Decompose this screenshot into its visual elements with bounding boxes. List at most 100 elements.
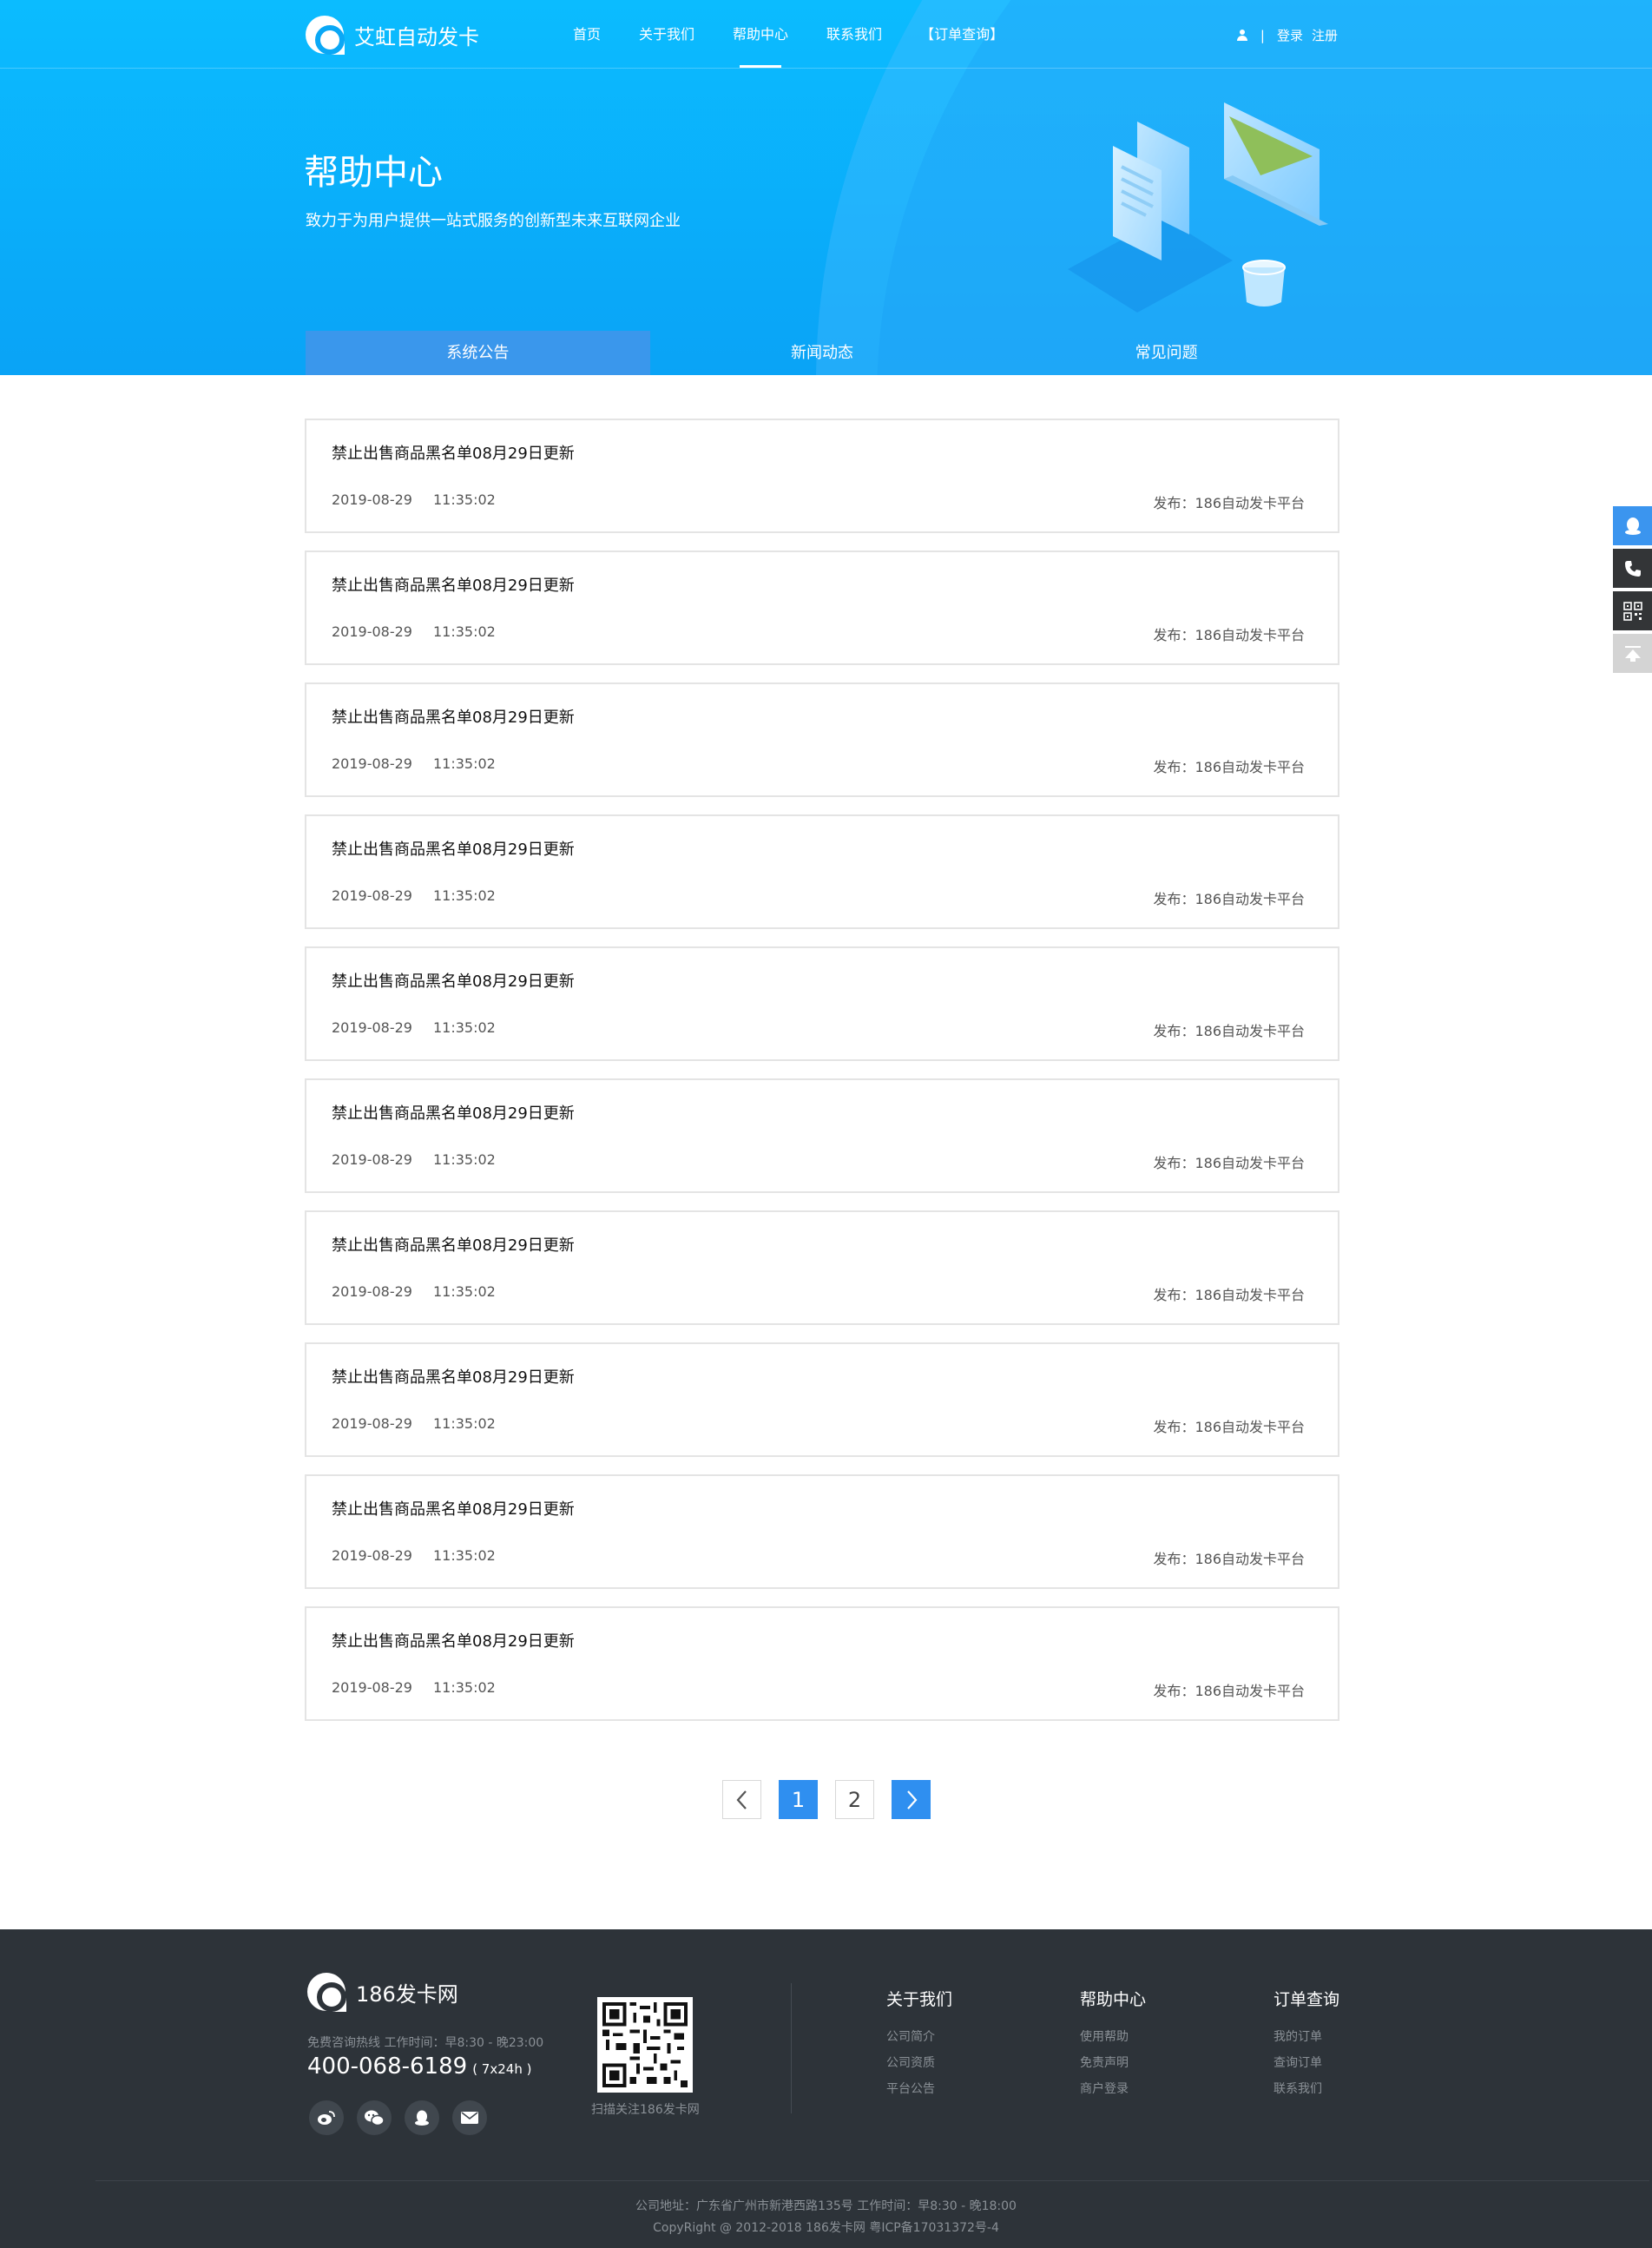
category-tabs: 系统公告 新闻动态 常见问题 — [306, 331, 1339, 375]
footer-brand-name: 186发卡网 — [356, 1981, 458, 2007]
article-publisher: 发布：186自动发卡平台 — [1153, 1287, 1305, 1303]
article-time: 11:35:02 — [432, 1019, 496, 1036]
footer-link[interactable]: 免责声明 — [1080, 2054, 1146, 2080]
footer-link[interactable]: 商户登录 — [1080, 2080, 1146, 2106]
nav-item-contact[interactable]: 联系我们 — [826, 0, 882, 68]
page-subtitle: 致力于为用户提供一站式服务的创新型未来互联网企业 — [306, 212, 681, 230]
footer-link[interactable]: 公司简介 — [886, 2027, 952, 2054]
qq-button[interactable] — [405, 2100, 439, 2135]
page-1-button[interactable]: 1 — [779, 1780, 818, 1819]
article-publisher: 发布：186自动发卡平台 — [1153, 1683, 1305, 1699]
prev-page-button[interactable] — [722, 1780, 761, 1819]
article-card[interactable]: 禁止出售商品黑名单08月29日更新 2019-08-29 11:35:02 发布：… — [305, 814, 1339, 929]
page-2-button[interactable]: 2 — [835, 1780, 874, 1819]
wechat-button[interactable] — [357, 2100, 392, 2135]
article-time: 11:35:02 — [432, 491, 496, 508]
article-time: 11:35:02 — [432, 1283, 496, 1300]
article-card[interactable]: 禁止出售商品黑名单08月29日更新 2019-08-29 11:35:02 发布：… — [305, 1078, 1339, 1193]
article-datetime: 2019-08-29 11:35:02 — [332, 1415, 496, 1432]
footer-link[interactable]: 平台公告 — [886, 2080, 952, 2106]
site-logo[interactable]: 艾虹自动发卡 — [306, 16, 479, 55]
article-title[interactable]: 禁止出售商品黑名单08月29日更新 — [332, 1233, 575, 1256]
side-phone-button[interactable] — [1613, 549, 1652, 588]
user-icon — [1236, 29, 1248, 42]
main-nav: 首页 关于我们 帮助中心 联系我们 【订单查询】 — [573, 0, 1042, 68]
hero-illustration — [1068, 102, 1328, 313]
nav-item-home[interactable]: 首页 — [573, 0, 601, 68]
phone-note: ( 7x24h ) — [472, 2061, 532, 2077]
hero-banner: 艾虹自动发卡 首页 关于我们 帮助中心 联系我们 【订单查询】 | 登录 注册 … — [0, 0, 1652, 375]
auth-separator: | — [1260, 27, 1265, 43]
weibo-button[interactable] — [309, 2100, 344, 2135]
article-card[interactable]: 禁止出售商品黑名单08月29日更新 2019-08-29 11:35:02 发布：… — [305, 682, 1339, 797]
nav-item-help[interactable]: 帮助中心 — [733, 0, 788, 68]
footer-logo[interactable]: 186发卡网 — [307, 1973, 458, 2012]
article-date: 2019-08-29 — [332, 755, 412, 772]
article-title[interactable]: 禁止出售商品黑名单08月29日更新 — [332, 1497, 575, 1520]
wechat-icon — [365, 2110, 385, 2126]
article-time: 11:35:02 — [432, 623, 496, 640]
article-datetime: 2019-08-29 11:35:02 — [332, 1151, 496, 1168]
footer-link[interactable]: 联系我们 — [1274, 2080, 1339, 2106]
article-card[interactable]: 禁止出售商品黑名单08月29日更新 2019-08-29 11:35:02 发布：… — [305, 550, 1339, 665]
article-title[interactable]: 禁止出售商品黑名单08月29日更新 — [332, 705, 575, 728]
qq-icon — [415, 2110, 429, 2126]
chevron-right-icon — [906, 1790, 917, 1810]
side-qq-button[interactable] — [1613, 506, 1652, 545]
tab-system-notice[interactable]: 系统公告 — [306, 331, 650, 375]
chevron-left-icon — [736, 1790, 747, 1810]
footer-link[interactable]: 我的订单 — [1274, 2027, 1339, 2054]
article-title[interactable]: 禁止出售商品黑名单08月29日更新 — [332, 1101, 575, 1124]
article-title[interactable]: 禁止出售商品黑名单08月29日更新 — [332, 441, 575, 464]
article-card[interactable]: 禁止出售商品黑名单08月29日更新 2019-08-29 11:35:02 发布：… — [305, 1210, 1339, 1325]
nav-item-about[interactable]: 关于我们 — [639, 0, 694, 68]
footer-divider — [791, 1983, 792, 2113]
logo-icon — [306, 16, 345, 55]
tab-faq[interactable]: 常见问题 — [994, 331, 1339, 375]
register-link[interactable]: 注册 — [1312, 26, 1338, 44]
login-link[interactable]: 登录 — [1277, 26, 1303, 44]
article-time: 11:35:02 — [432, 1151, 496, 1168]
article-datetime: 2019-08-29 11:35:02 — [332, 1283, 496, 1300]
footer-link[interactable]: 查询订单 — [1274, 2054, 1339, 2080]
weibo-icon — [318, 2111, 335, 2125]
footer-link[interactable]: 使用帮助 — [1080, 2027, 1146, 2054]
article-publisher: 发布：186自动发卡平台 — [1153, 759, 1305, 775]
footer-bottom-divider — [95, 2180, 1649, 2181]
article-title[interactable]: 禁止出售商品黑名单08月29日更新 — [332, 1365, 575, 1388]
article-date: 2019-08-29 — [332, 887, 412, 904]
article-publisher: 发布：186自动发卡平台 — [1153, 627, 1305, 643]
footer-qrcode — [597, 1997, 693, 2093]
next-page-button[interactable] — [892, 1780, 931, 1819]
article-title[interactable]: 禁止出售商品黑名单08月29日更新 — [332, 969, 575, 992]
side-back-to-top-button[interactable] — [1613, 634, 1652, 673]
nav-item-order-query[interactable]: 【订单查询】 — [920, 0, 1004, 68]
side-qrcode-button[interactable] — [1613, 591, 1652, 630]
article-publisher: 发布：186自动发卡平台 — [1153, 1551, 1305, 1567]
article-date: 2019-08-29 — [332, 1019, 412, 1036]
article-datetime: 2019-08-29 11:35:02 — [332, 887, 496, 904]
footer-link[interactable]: 公司资质 — [886, 2054, 952, 2080]
article-title[interactable]: 禁止出售商品黑名单08月29日更新 — [332, 837, 575, 860]
article-title[interactable]: 禁止出售商品黑名单08月29日更新 — [332, 1629, 575, 1651]
article-date: 2019-08-29 — [332, 1415, 412, 1432]
footer-logo-icon — [307, 1973, 346, 2012]
hotline-phone: 400-068-6189( 7x24h ) — [307, 2054, 531, 2080]
article-datetime: 2019-08-29 11:35:02 — [332, 491, 496, 508]
article-card[interactable]: 禁止出售商品黑名单08月29日更新 2019-08-29 11:35:02 发布：… — [305, 1606, 1339, 1721]
tab-news[interactable]: 新闻动态 — [650, 331, 995, 375]
mail-button[interactable] — [452, 2100, 487, 2135]
article-list: 禁止出售商品黑名单08月29日更新 2019-08-29 11:35:02 发布：… — [305, 419, 1339, 1738]
mail-icon — [461, 2112, 478, 2124]
article-datetime: 2019-08-29 11:35:02 — [332, 1679, 496, 1696]
hotline-label: 免费咨询热线 工作时间：早8:30 - 晚23:00 — [307, 2036, 544, 2050]
article-card[interactable]: 禁止出售商品黑名单08月29日更新 2019-08-29 11:35:02 发布：… — [305, 419, 1339, 533]
footer-col-title: 订单查询 — [1274, 1990, 1340, 2009]
page-title: 帮助中心 — [304, 153, 443, 193]
article-card[interactable]: 禁止出售商品黑名单08月29日更新 2019-08-29 11:35:02 发布：… — [305, 1474, 1339, 1589]
article-card[interactable]: 禁止出售商品黑名单08月29日更新 2019-08-29 11:35:02 发布：… — [305, 1342, 1339, 1457]
article-card[interactable]: 禁止出售商品黑名单08月29日更新 2019-08-29 11:35:02 发布：… — [305, 946, 1339, 1061]
article-publisher: 发布：186自动发卡平台 — [1153, 891, 1305, 907]
article-title[interactable]: 禁止出售商品黑名单08月29日更新 — [332, 573, 575, 596]
side-toolbar — [1613, 506, 1652, 676]
